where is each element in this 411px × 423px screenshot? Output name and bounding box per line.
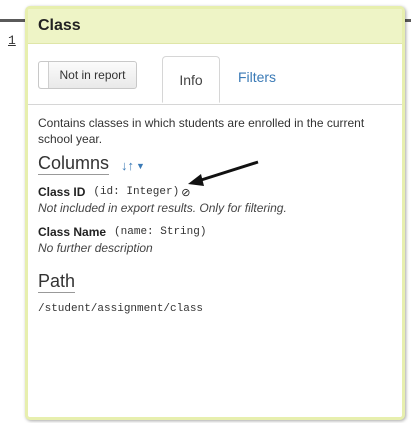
toggle-knob[interactable]	[39, 62, 49, 88]
toggle-label: Not in report	[59, 68, 126, 82]
column-name: Class Name	[38, 225, 107, 239]
path-heading: Path	[38, 271, 76, 293]
table-description: Contains classes in which students are e…	[38, 116, 365, 146]
popover-title: Class	[38, 17, 81, 34]
column-name: Class ID	[38, 185, 86, 199]
popover-header: Class	[28, 9, 402, 44]
annotation-arrow-icon	[188, 160, 259, 186]
chevron-down-icon: ▼	[136, 160, 145, 171]
path-value: /student/assignment/class	[38, 303, 204, 315]
sort-dropdown[interactable]: ↓↑ ▼	[121, 158, 145, 173]
columns-heading: Columns	[38, 153, 110, 175]
column-info-popover: Class Not in report Info Filters Contain…	[25, 6, 405, 420]
column-type: (name: String)	[114, 226, 207, 238]
column-item: Class ID (id: Integer) ⊘ Not included in…	[38, 185, 392, 215]
report-toggle[interactable]: Not in report	[38, 61, 137, 89]
column-note: No further description	[38, 241, 153, 255]
tab-info[interactable]: Info	[162, 56, 220, 103]
tab-bar: Not in report Info Filters	[28, 56, 402, 105]
line-number[interactable]: 1	[8, 33, 16, 48]
column-note: Not included in export results. Only for…	[38, 201, 287, 215]
tab-filters[interactable]: Filters	[231, 56, 283, 98]
sort-icon: ↓↑	[121, 158, 135, 173]
path-section-header: Path	[38, 271, 402, 293]
column-item: Class Name (name: String) No further des…	[38, 225, 392, 255]
column-type: (id: Integer)	[93, 186, 180, 198]
